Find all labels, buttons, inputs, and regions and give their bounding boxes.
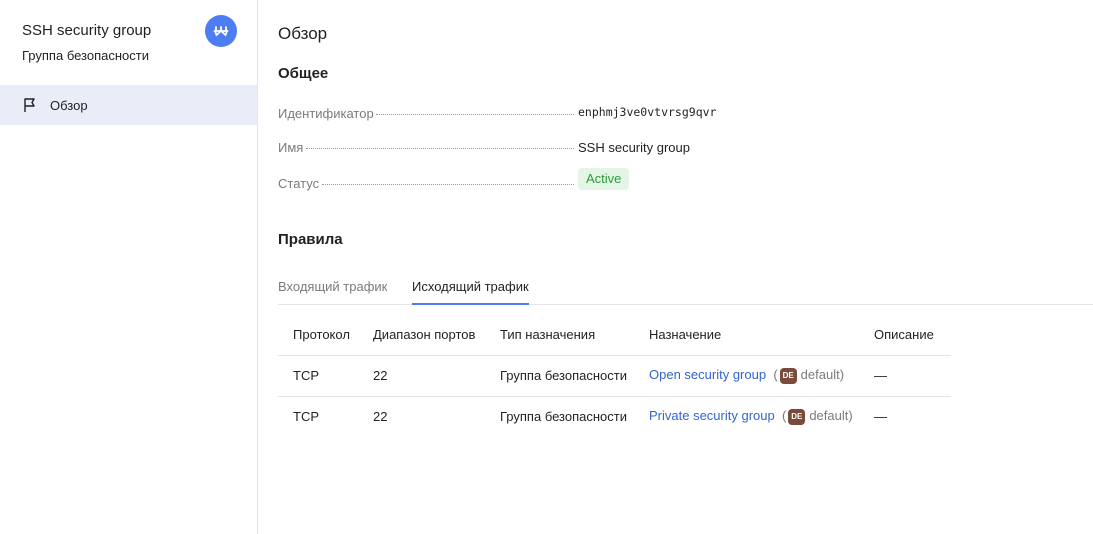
paren-close: ): [848, 408, 853, 424]
sidebar-item-overview[interactable]: Обзор: [0, 85, 257, 125]
property-value: enphmj3ve0vtvrsg9qvr: [578, 105, 717, 119]
table-row: TCP 22 Группа безопасности Private secur…: [278, 396, 951, 437]
page-title: Обзор: [278, 24, 328, 43]
dotted-leader: [322, 171, 574, 185]
section-general-heading: Общее: [278, 65, 329, 82]
column-header-description[interactable]: Описание: [859, 314, 951, 356]
cell-ports: 22: [358, 355, 485, 397]
security-group-link[interactable]: Open security group: [649, 367, 766, 382]
property-key: Имя: [278, 140, 304, 155]
paren-open: (: [778, 408, 787, 424]
sidebar-item-label: Обзор: [50, 97, 88, 113]
cell-protocol: TCP: [293, 409, 319, 425]
status-badge: Active: [578, 168, 630, 190]
main-content: Обзор Общее Идентификатор enphmj3ve0vtvr…: [278, 0, 1093, 534]
cell-dest-type: Группа безопасности: [485, 355, 634, 397]
property-value: SSH security group: [578, 140, 690, 155]
table-row: TCP 22 Группа безопасности Open security…: [278, 355, 951, 397]
cell-description: —: [874, 409, 887, 425]
cell-destination: Open security group (DE default): [634, 355, 859, 397]
column-header-destination[interactable]: Назначение: [634, 314, 859, 356]
sidebar: SSH security group Группа безопасности О…: [0, 0, 258, 534]
rules-table: Протокол Диапазон портов Тип назначения …: [278, 314, 951, 437]
column-header-protocol[interactable]: Протокол: [278, 314, 358, 356]
column-header-dest-type[interactable]: Тип назначения: [485, 314, 634, 356]
column-header-ports[interactable]: Диапазон портов: [358, 314, 485, 356]
sidebar-header: SSH security group Группа безопасности: [0, 0, 257, 85]
traffic-tabs: Входящий трафик Исходящий трафик: [278, 270, 1093, 305]
dotted-leader: [376, 101, 574, 115]
table-header-row: Протокол Диапазон портов Тип назначения …: [278, 314, 951, 356]
property-name: Имя SSH security group: [278, 135, 878, 155]
section-rules-heading: Правила: [278, 231, 343, 248]
security-group-link[interactable]: Private security group: [649, 408, 775, 423]
folder-name: default: [809, 408, 849, 424]
property-key: Статус: [278, 176, 320, 191]
property-id: Идентификатор enphmj3ve0vtvrsg9qvr: [278, 101, 878, 121]
flag-icon: [22, 96, 40, 114]
paren-close: ): [839, 367, 845, 382]
cell-protocol: TCP: [278, 355, 358, 397]
resource-title: SSH security group: [22, 22, 152, 39]
tab-ingress[interactable]: Входящий трафик: [278, 279, 387, 303]
cell-description: —: [859, 355, 951, 397]
cell-destination: Private security group (DE default): [634, 396, 859, 437]
resource-type: Группа безопасности: [22, 48, 149, 63]
cell-dest-type: Группа безопасности: [500, 409, 627, 425]
folder-badge: DE: [788, 409, 806, 426]
cell-ports: 22: [373, 409, 388, 425]
folder-badge: DE: [779, 368, 797, 384]
tab-egress[interactable]: Исходящий трафик: [412, 279, 529, 305]
property-key: Идентификатор: [278, 106, 374, 121]
security-group-service-icon: [205, 15, 237, 47]
folder-name: default: [800, 367, 840, 382]
property-status: Статус Active: [278, 168, 878, 191]
dotted-leader: [306, 135, 574, 149]
paren-open: (: [769, 367, 778, 382]
